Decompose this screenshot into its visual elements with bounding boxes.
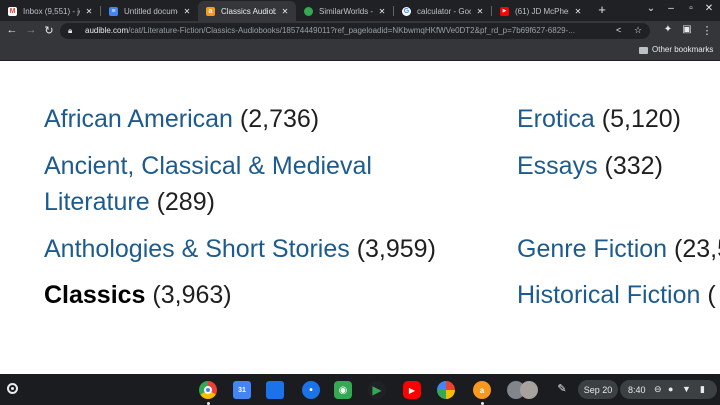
new-tab-button[interactable]: + bbox=[595, 2, 609, 17]
youtube-icon: ▶ bbox=[500, 6, 509, 16]
tab-docs[interactable]: ≡ Untitled document ✕ bbox=[101, 1, 198, 21]
menu-kebab-icon[interactable]: ⋮ bbox=[700, 24, 714, 37]
category-current: Classics bbox=[44, 281, 146, 309]
photos-icon[interactable] bbox=[437, 381, 455, 399]
bookmarks-bar: Other bookmarks bbox=[0, 41, 720, 61]
tab-similarworlds[interactable]: SimilarWorlds - Sh ✕ bbox=[296, 1, 393, 21]
category-link[interactable]: Anthologies & Short Stories bbox=[44, 235, 350, 263]
audible-icon[interactable]: a bbox=[473, 381, 491, 399]
status-tray[interactable]: 8:40 ⊖ ● ▼ ▮ bbox=[620, 380, 717, 399]
category-historical-fiction[interactable]: Historical Fiction ( bbox=[517, 277, 716, 313]
category-essays[interactable]: Essays (332) bbox=[517, 148, 663, 184]
category-count: (5,120) bbox=[601, 105, 681, 133]
tab-search-chevron-icon[interactable]: ⌄ bbox=[644, 3, 658, 14]
clock-time: 8:40 bbox=[628, 385, 646, 395]
stylus-tools-icon[interactable]: ✎ bbox=[555, 382, 569, 395]
url-text[interactable]: audible.com/cat/Literature-Fiction/Class… bbox=[85, 26, 605, 35]
gmail-icon: M bbox=[8, 6, 17, 16]
wifi-icon: ▼ bbox=[682, 384, 691, 394]
close-icon[interactable]: ✕ bbox=[475, 7, 485, 16]
tab-title: Classics Audiobooks bbox=[221, 6, 276, 16]
category-erotica[interactable]: Erotica (5,120) bbox=[517, 101, 681, 137]
audible-icon: a bbox=[206, 6, 215, 16]
folder-icon bbox=[639, 47, 648, 54]
category-link[interactable]: African American bbox=[44, 105, 233, 133]
category-classics: Classics (3,963) bbox=[44, 277, 232, 313]
tab-youtube[interactable]: ▶ (61) JD McPherson ✕ bbox=[492, 1, 589, 21]
tab-audible[interactable]: a Classics Audiobooks ✕ bbox=[198, 1, 296, 21]
category-count: (2,736) bbox=[239, 105, 320, 133]
close-window-icon[interactable]: ✕ bbox=[702, 3, 716, 14]
google-icon: G bbox=[402, 6, 411, 16]
do-not-disturb-icon: ⊖ bbox=[654, 384, 662, 394]
avatar[interactable] bbox=[520, 381, 538, 399]
address-bar[interactable]: 🔒︎ audible.com/cat/Literature-Fiction/Cl… bbox=[60, 23, 650, 39]
category-african-american[interactable]: African American (2,736) bbox=[44, 101, 319, 137]
browser-toolbar: ← → ↻ 🔒︎ audible.com/cat/Literature-Fict… bbox=[0, 21, 720, 41]
tab-calculator[interactable]: G calculator - Google ✕ bbox=[394, 1, 491, 21]
close-icon[interactable]: ✕ bbox=[573, 7, 583, 16]
side-panel-icon[interactable]: ▣ bbox=[680, 24, 694, 35]
category-count: ( bbox=[707, 281, 716, 309]
battery-icon: ▮ bbox=[700, 384, 705, 394]
bookmark-star-icon[interactable]: ☆ bbox=[634, 25, 642, 36]
category-anthologies-short-stories[interactable]: Anthologies & Short Stories (3,959) bbox=[44, 231, 436, 267]
tab-strip: M Inbox (9,551) - jeff ✕ ≡ Untitled docu… bbox=[0, 0, 720, 21]
category-link[interactable]: Essays bbox=[517, 152, 598, 180]
close-icon[interactable]: ✕ bbox=[377, 7, 387, 16]
calendar-icon[interactable]: 31 bbox=[233, 381, 251, 399]
category-list: African American (2,736) Ancient, Classi… bbox=[0, 61, 720, 348]
tab-title: Inbox (9,551) - jeff bbox=[23, 6, 80, 16]
docs-icon: ≡ bbox=[109, 6, 118, 16]
category-link[interactable]: Genre Fiction bbox=[517, 235, 667, 263]
os-shelf: 31 • ◉ ▶ ▶ a ✎ Sep 20 8:40 ⊖ ● ▼ ▮ bbox=[0, 374, 720, 405]
category-count: (332) bbox=[604, 152, 663, 180]
youtube-icon[interactable]: ▶ bbox=[403, 381, 421, 399]
globe-icon bbox=[304, 6, 313, 16]
close-icon[interactable]: ✕ bbox=[280, 7, 290, 16]
category-count: (3,963) bbox=[152, 281, 232, 309]
tab-title: calculator - Google bbox=[417, 6, 471, 16]
reload-icon[interactable]: ↻ bbox=[42, 24, 56, 37]
launcher-icon[interactable] bbox=[7, 383, 18, 394]
category-ancient-classical-medieval[interactable]: Ancient, Classical & Medieval bbox=[44, 148, 372, 184]
files-icon[interactable] bbox=[266, 381, 284, 399]
date-tray[interactable]: Sep 20 bbox=[578, 380, 618, 399]
category-link[interactable]: Historical Fiction bbox=[517, 281, 700, 309]
camera-icon[interactable]: ◉ bbox=[334, 381, 352, 399]
maximize-icon[interactable]: ▫ bbox=[684, 3, 698, 14]
tab-gmail[interactable]: M Inbox (9,551) - jeff ✕ bbox=[0, 1, 100, 21]
tab-title: (61) JD McPherson bbox=[515, 6, 569, 16]
messages-icon[interactable]: • bbox=[302, 381, 320, 399]
vpn-icon: ● bbox=[668, 384, 674, 394]
category-count: (23,5 bbox=[674, 235, 720, 263]
other-bookmarks-button[interactable]: Other bookmarks bbox=[652, 45, 713, 54]
extensions-icon[interactable]: ✦ bbox=[661, 24, 675, 35]
category-ancient-classical-medieval-line2[interactable]: Literature (289) bbox=[44, 184, 215, 220]
category-link[interactable]: Ancient, Classical & Medieval bbox=[44, 152, 372, 180]
tab-title: SimilarWorlds - Sh bbox=[319, 6, 373, 16]
back-arrow-icon[interactable]: ← bbox=[5, 24, 19, 36]
category-link[interactable]: Literature bbox=[44, 188, 150, 216]
category-genre-fiction[interactable]: Genre Fiction (23,5 bbox=[517, 231, 720, 267]
forward-arrow-icon[interactable]: → bbox=[24, 24, 38, 36]
minimize-icon[interactable]: – bbox=[664, 3, 678, 14]
category-count: (3,959) bbox=[356, 235, 436, 263]
tab-title: Untitled document bbox=[124, 6, 178, 16]
lock-icon[interactable]: 🔒︎ bbox=[68, 26, 72, 36]
share-icon[interactable]: < bbox=[616, 25, 621, 35]
close-icon[interactable]: ✕ bbox=[84, 7, 94, 16]
category-count: (289) bbox=[156, 188, 215, 216]
chrome-icon[interactable] bbox=[199, 381, 217, 399]
category-link[interactable]: Erotica bbox=[517, 105, 595, 133]
play-store-icon[interactable]: ▶ bbox=[368, 381, 386, 399]
close-icon[interactable]: ✕ bbox=[182, 7, 192, 16]
